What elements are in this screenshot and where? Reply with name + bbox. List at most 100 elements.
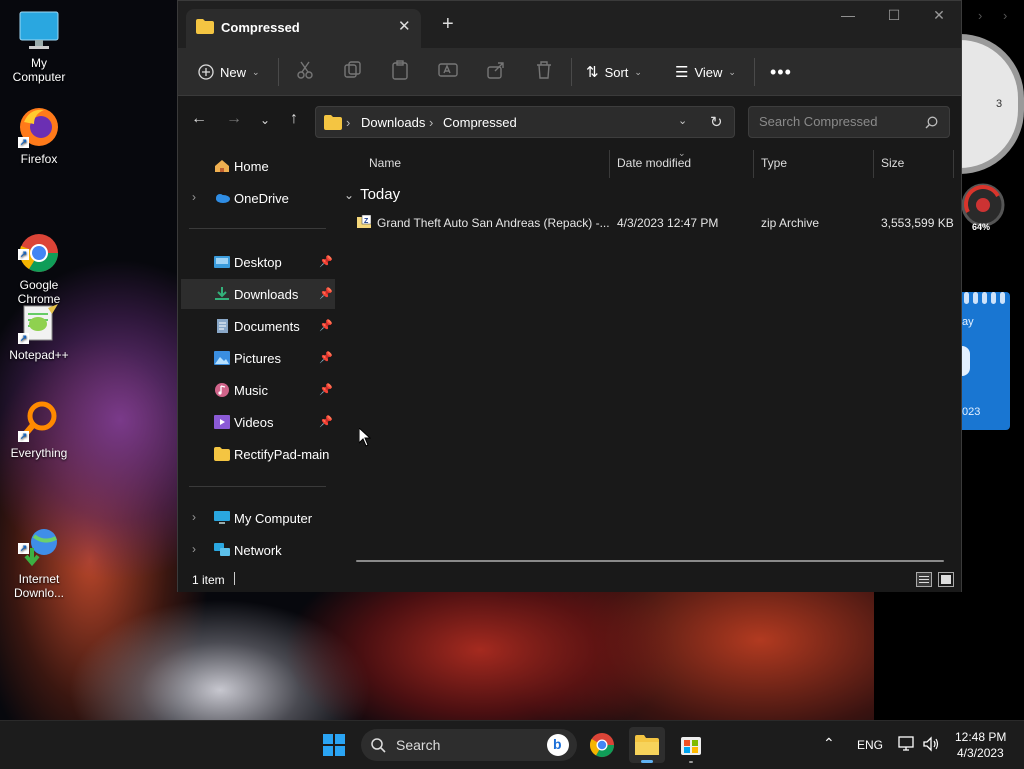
search-input[interactable] bbox=[757, 113, 921, 130]
taskbar-time[interactable]: 12:48 PM bbox=[955, 730, 1006, 744]
breadcrumb-downloads[interactable]: Downloads bbox=[361, 115, 425, 130]
sidebar-item-rectifypad[interactable]: RectifyPad-main bbox=[181, 439, 335, 469]
folder-icon bbox=[196, 19, 214, 34]
sort-button[interactable]: ⇅ Sort ⌄ bbox=[586, 59, 642, 85]
delete-icon[interactable] bbox=[533, 59, 555, 81]
chevron-down-icon: ⌄ bbox=[634, 66, 642, 77]
sidebar-item-label: My Computer bbox=[234, 510, 313, 526]
column-separator[interactable] bbox=[609, 150, 610, 178]
group-header-today[interactable]: ⌄ Today bbox=[344, 186, 400, 203]
column-header-name[interactable]: Name bbox=[369, 156, 401, 170]
cut-icon[interactable] bbox=[294, 59, 316, 81]
taskbar-date[interactable]: 4/3/2023 bbox=[957, 746, 1004, 760]
table-row[interactable]: Z Grand Theft Auto San Andreas (Repack) … bbox=[338, 212, 954, 234]
breadcrumb-compressed[interactable]: Compressed bbox=[443, 115, 517, 130]
network-icon bbox=[214, 543, 230, 556]
column-header-size[interactable]: Size bbox=[881, 156, 904, 170]
desktop-icon-label: Firefox bbox=[20, 152, 58, 166]
taskbar-search[interactable]: Search b bbox=[361, 729, 577, 761]
documents-icon bbox=[217, 319, 228, 333]
close-tab-icon[interactable]: ✕ bbox=[398, 17, 411, 35]
sidebar-item-videos[interactable]: Videos 📌 bbox=[181, 407, 335, 437]
sidebar-item-label: Desktop bbox=[234, 254, 282, 270]
bing-icon[interactable]: b bbox=[547, 734, 569, 756]
cpu-gauge-widget[interactable]: 64% bbox=[960, 182, 1006, 234]
up-arrow-icon[interactable]: ↑ bbox=[283, 110, 305, 128]
calendar-partial-year: 023 bbox=[962, 406, 981, 418]
desktop-icon-my-computer[interactable]: My Computer bbox=[4, 10, 74, 84]
recent-locations-chevron-icon[interactable]: ⌄ bbox=[254, 113, 276, 127]
column-separator[interactable] bbox=[873, 150, 874, 178]
sidebar-item-home[interactable]: Home bbox=[181, 151, 335, 181]
address-dropdown-chevron-icon[interactable]: ⌄ bbox=[678, 114, 687, 127]
sidebar-item-desktop[interactable]: Desktop 📌 bbox=[181, 247, 335, 277]
desktop-icon-label: My Computer bbox=[12, 56, 66, 84]
pin-icon: 📌 bbox=[319, 352, 333, 364]
chevron-right-icon: › bbox=[978, 8, 983, 23]
sidebar-item-my-computer[interactable]: › My Computer bbox=[181, 503, 335, 533]
calendar-rings-icon bbox=[964, 292, 1008, 304]
expand-chevron-icon: › bbox=[192, 542, 196, 556]
horizontal-scrollbar[interactable] bbox=[356, 560, 944, 562]
forward-arrow-icon[interactable]: → bbox=[223, 110, 245, 128]
calendar-widget[interactable]: ay 023 bbox=[962, 292, 1010, 430]
copy-icon[interactable] bbox=[341, 59, 363, 81]
network-status-icon[interactable] bbox=[898, 736, 916, 752]
sort-icon: ⇅ bbox=[586, 64, 599, 81]
maximize-button[interactable]: ☐ bbox=[874, 7, 914, 24]
sidebar-item-onedrive[interactable]: › OneDrive bbox=[181, 183, 335, 213]
taskbar-store[interactable] bbox=[673, 727, 709, 763]
file-list-pane: Name ⌄ Date modified Type Size ⌄ Today Z… bbox=[338, 148, 961, 568]
column-header-date-modified[interactable]: Date modified bbox=[617, 156, 691, 170]
breadcrumb-separator-icon: › bbox=[346, 115, 351, 130]
pin-icon: 📌 bbox=[319, 256, 333, 268]
more-options-icon[interactable]: ••• bbox=[770, 59, 792, 85]
chevron-right-icon: › bbox=[1003, 8, 1008, 23]
taskbar-file-explorer[interactable] bbox=[629, 727, 665, 763]
taskbar-chrome[interactable] bbox=[584, 727, 620, 763]
show-hidden-icons-chevron-icon[interactable]: ⌃ bbox=[823, 735, 835, 752]
start-button[interactable] bbox=[316, 727, 352, 763]
volume-icon[interactable] bbox=[922, 736, 940, 752]
navigation-pane: Home › OneDrive Desktop 📌 Downloads 📌 Do… bbox=[178, 148, 338, 568]
language-indicator[interactable]: ENG bbox=[857, 738, 883, 752]
desktop-icon-idm[interactable]: ↗ Internet Downlo... bbox=[4, 498, 74, 614]
new-button[interactable]: New ⌄ bbox=[198, 59, 260, 85]
new-tab-button[interactable]: + bbox=[442, 13, 454, 36]
close-window-button[interactable]: ✕ bbox=[919, 7, 959, 24]
view-label: View bbox=[694, 64, 723, 80]
nav-divider bbox=[189, 486, 326, 487]
large-icons-view-icon[interactable] bbox=[938, 572, 954, 587]
address-bar[interactable]: › Downloads › Compressed ⌄ ↻ bbox=[315, 106, 735, 138]
back-arrow-icon[interactable]: ← bbox=[188, 110, 210, 128]
search-box[interactable] bbox=[748, 106, 950, 138]
sidebar-item-documents[interactable]: Documents 📌 bbox=[181, 311, 335, 341]
refresh-icon[interactable]: ↻ bbox=[710, 113, 723, 131]
rename-icon[interactable] bbox=[437, 59, 459, 81]
taskbar: Search b ⌃ ENG 12:48 PM 4/3/2023 bbox=[0, 720, 1024, 769]
sidebar-item-network[interactable]: › Network bbox=[181, 535, 335, 565]
tab-compressed[interactable]: Compressed ✕ bbox=[186, 9, 421, 48]
sidebar-item-music[interactable]: Music 📌 bbox=[181, 375, 335, 405]
view-button[interactable]: ☰ View ⌄ bbox=[675, 59, 736, 85]
desktop-icon-firefox[interactable]: ↗ Firefox bbox=[4, 106, 74, 166]
chrome-icon bbox=[589, 733, 614, 758]
chevron-down-icon: ⌄ bbox=[728, 66, 736, 77]
details-view-icon[interactable] bbox=[916, 572, 932, 587]
sidebar-item-pictures[interactable]: Pictures 📌 bbox=[181, 343, 335, 373]
desktop-icon-everything[interactable]: ↗ Everything bbox=[4, 400, 74, 460]
paste-icon[interactable] bbox=[389, 59, 411, 81]
toolbar-divider bbox=[754, 58, 755, 86]
desktop-icon-notepadpp[interactable]: ↗ Notepad++ bbox=[4, 302, 74, 362]
minimize-button[interactable]: — bbox=[828, 7, 868, 23]
column-header-type[interactable]: Type bbox=[761, 156, 787, 170]
pin-icon: 📌 bbox=[319, 416, 333, 428]
videos-icon bbox=[214, 415, 230, 429]
column-separator[interactable] bbox=[953, 150, 954, 178]
search-icon bbox=[371, 738, 386, 753]
group-label: Today bbox=[360, 186, 401, 203]
share-icon[interactable] bbox=[485, 59, 507, 81]
column-separator[interactable] bbox=[753, 150, 754, 178]
file-name: Grand Theft Auto San Andreas (Repack) -.… bbox=[377, 216, 610, 230]
sidebar-item-downloads[interactable]: Downloads 📌 bbox=[181, 279, 335, 309]
